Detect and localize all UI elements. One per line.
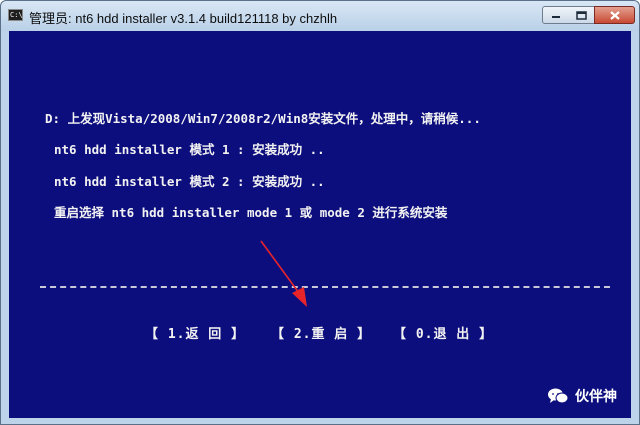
restart-button[interactable]: 【 2.重 启 】: [271, 323, 371, 342]
console-line-1: D: 上发现Vista/2008/Win7/2008r2/Win8安装文件，处理…: [45, 111, 481, 126]
console-line-4: 重启选择 nt6 hdd installer mode 1 或 mode 2 进…: [54, 205, 448, 220]
separator-line: [40, 286, 610, 288]
maximize-button[interactable]: [568, 6, 595, 24]
close-icon: [609, 10, 620, 20]
exit-button[interactable]: 【 0.退 出 】: [393, 323, 493, 342]
console-line-2: nt6 hdd installer 模式 1 : 安装成功 ..: [54, 142, 325, 157]
annotation-arrow: [260, 240, 307, 307]
console-line-3: nt6 hdd installer 模式 2 : 安装成功 ..: [54, 174, 325, 189]
minimize-button[interactable]: [542, 6, 569, 24]
title-bar[interactable]: C:\ 管理员: nt6 hdd installer v3.1.4 build1…: [1, 1, 639, 31]
console-area[interactable]: D: 上发现Vista/2008/Win7/2008r2/Win8安装文件，处理…: [9, 31, 631, 418]
watermark: 伙伴神: [547, 386, 617, 406]
back-button[interactable]: 【 1.返 回 】: [145, 323, 245, 342]
watermark-text: 伙伴神: [575, 389, 617, 405]
window-title: 管理员: nt6 hdd installer v3.1.4 build12111…: [29, 11, 338, 26]
close-button[interactable]: [594, 6, 635, 24]
minimize-icon: [551, 16, 560, 18]
console-app-icon: C:\: [8, 9, 23, 21]
maximize-icon: [575, 10, 587, 20]
console-window: C:\ 管理员: nt6 hdd installer v3.1.4 build1…: [0, 0, 640, 425]
wechat-icon: [548, 388, 569, 404]
